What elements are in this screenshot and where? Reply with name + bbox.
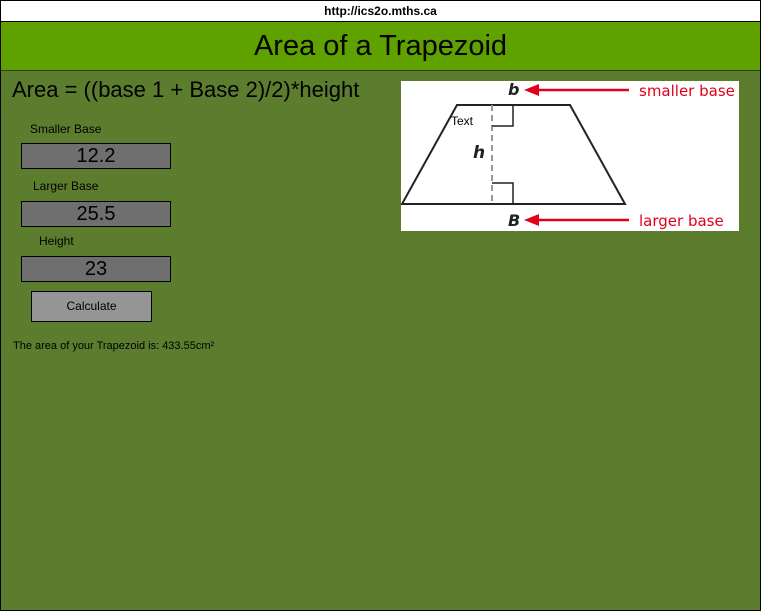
large-base-letter: B (508, 211, 520, 230)
larger-base-arrow-head (524, 214, 539, 226)
height-input[interactable] (21, 256, 171, 282)
smaller-base-label: Smaller Base (30, 122, 102, 136)
larger-base-label: Larger Base (33, 179, 99, 193)
smaller-base-arrow-head (524, 84, 539, 96)
trapezoid-diagram-svg: Text h b B smaller base larger base (400, 80, 735, 230)
right-angle-top (492, 105, 514, 127)
page-title: Area of a Trapezoid (253, 30, 508, 62)
height-letter: h (473, 143, 485, 163)
trapezoid-diagram: Text h b B smaller base larger base (400, 80, 739, 231)
diagram-overlay-text: Text (451, 114, 474, 128)
url-text: http://ics2o.mths.ca (324, 4, 437, 18)
right-angle-bottom (492, 182, 514, 204)
smaller-base-caption: smaller base (639, 82, 735, 100)
calculate-button[interactable]: Calculate (31, 291, 152, 322)
larger-base-caption: larger base (639, 212, 724, 230)
larger-base-input[interactable] (21, 201, 171, 227)
smaller-base-input[interactable] (21, 143, 171, 169)
height-label: Height (39, 234, 74, 248)
area-formula: Area = ((base 1 + Base 2)/2)*height (12, 77, 360, 102)
url-bar: http://ics2o.mths.ca (1, 1, 760, 22)
page-header: Area of a Trapezoid (1, 22, 760, 71)
page-frame: http://ics2o.mths.ca Area of a Trapezoid… (0, 0, 761, 611)
small-base-letter: b (508, 81, 519, 99)
result-text: The area of your Trapezoid is: 433.55cm² (13, 340, 215, 352)
